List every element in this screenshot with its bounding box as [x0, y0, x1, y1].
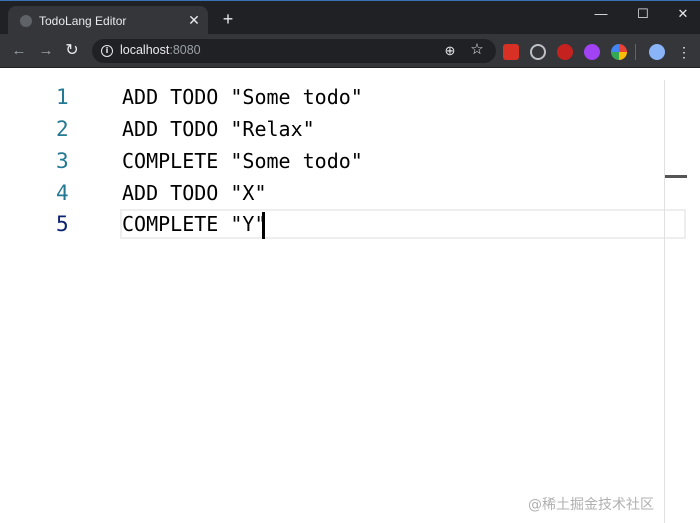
browser-tab[interactable]: TodoLang Editor ✕ — [8, 6, 208, 35]
line-number: 2 — [56, 117, 69, 141]
toolbar-divider — [635, 44, 636, 60]
address-bar[interactable]: i localhost:8080 ⊕ ☆ — [92, 39, 496, 63]
window-close-icon[interactable]: ✕ — [668, 5, 698, 25]
extension-icon[interactable] — [611, 44, 627, 60]
line-code[interactable]: COMPLETE "Some todo" — [122, 145, 363, 177]
watermark: @稀土掘金技术社区 — [528, 497, 654, 513]
editor-line[interactable]: 4 ADD TODO "X" — [0, 177, 686, 209]
url-text[interactable]: localhost:8080 — [120, 43, 201, 57]
forward-arrow-icon[interactable]: → — [36, 41, 56, 61]
overview-ruler-cursor-marker — [665, 175, 687, 178]
back-arrow-icon[interactable]: ← — [9, 41, 29, 61]
browser-toolbar: ← → ↻ i localhost:8080 ⊕ ☆ ⋮ — [0, 34, 700, 68]
minimize-icon[interactable]: — — [586, 5, 616, 25]
line-code[interactable]: ADD TODO "Some todo" — [122, 81, 363, 113]
editor-line[interactable]: 1 ADD TODO "Some todo" — [0, 81, 686, 113]
vertical-scrollbar[interactable] — [664, 80, 665, 523]
line-code[interactable]: ADD TODO "Relax" — [122, 113, 315, 145]
editor-line-active[interactable]: 5 COMPLETE "Y" — [0, 208, 686, 240]
tab-title: TodoLang Editor — [39, 14, 127, 28]
code-editor[interactable]: 1 ADD TODO "Some todo" 2 ADD TODO "Relax… — [0, 68, 700, 523]
profile-avatar[interactable] — [647, 42, 667, 62]
reload-icon[interactable]: ↻ — [62, 41, 82, 61]
url-host: localhost — [120, 43, 170, 57]
browser-titlebar: TodoLang Editor ✕ + — ☐ ✕ — [0, 0, 700, 35]
extension-icon[interactable] — [530, 44, 546, 60]
plus-icon[interactable]: + — [218, 10, 238, 30]
url-port: :8080 — [169, 43, 201, 57]
bookmark-star-icon[interactable]: ☆ — [469, 42, 485, 58]
close-icon[interactable]: ✕ — [186, 12, 202, 28]
line-code[interactable]: ADD TODO "X" — [122, 177, 267, 209]
maximize-icon[interactable]: ☐ — [628, 5, 658, 25]
editor-line[interactable]: 3 COMPLETE "Some todo" — [0, 145, 686, 177]
editor-line[interactable]: 2 ADD TODO "Relax" — [0, 113, 686, 145]
line-number: 1 — [56, 85, 69, 109]
line-number: 3 — [56, 149, 69, 173]
globe-icon — [20, 15, 32, 27]
kebab-menu-icon[interactable]: ⋮ — [676, 42, 692, 62]
info-icon[interactable]: i — [101, 45, 113, 57]
line-code[interactable]: COMPLETE "Y" — [122, 208, 267, 240]
extension-icon[interactable] — [584, 44, 600, 60]
zoom-icon[interactable]: ⊕ — [442, 43, 458, 59]
extension-icon[interactable] — [557, 44, 573, 60]
extension-icon[interactable] — [503, 44, 519, 60]
line-number: 5 — [56, 212, 69, 236]
text-cursor — [262, 212, 265, 239]
line-number: 4 — [56, 181, 69, 205]
